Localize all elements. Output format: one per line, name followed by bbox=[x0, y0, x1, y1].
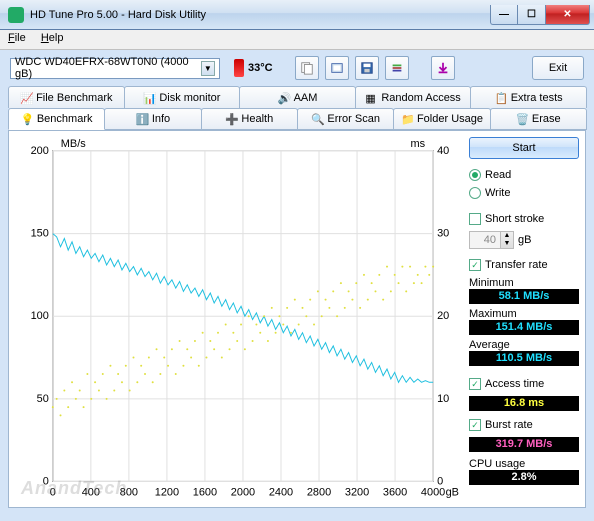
menu-help[interactable]: Help bbox=[41, 32, 64, 44]
svg-text:30: 30 bbox=[437, 228, 449, 240]
chart-area: 0400800120016002000240028003200360040000… bbox=[15, 137, 463, 501]
temperature: 33°C bbox=[234, 59, 273, 77]
benchmark-chart: 0400800120016002000240028003200360040000… bbox=[15, 137, 463, 501]
svg-text:150: 150 bbox=[31, 228, 49, 240]
stat-average: Average110.5 MB/s bbox=[469, 339, 579, 366]
extra-icon: 📋 bbox=[495, 92, 507, 104]
checkbox-on-icon bbox=[469, 378, 481, 390]
checkbox-off-icon bbox=[469, 213, 481, 225]
monitor-icon: 📊 bbox=[143, 92, 155, 104]
svg-text:20: 20 bbox=[437, 310, 449, 322]
window-buttons: — ☐ ✕ bbox=[490, 5, 590, 25]
checkbox-on-icon bbox=[469, 419, 481, 431]
svg-text:4000: 4000 bbox=[421, 486, 445, 498]
speaker-icon: 🔊 bbox=[278, 92, 290, 104]
scan-icon: 🔍 bbox=[311, 113, 323, 125]
tab-info[interactable]: ℹ️Info bbox=[104, 108, 201, 130]
checkbox-on-icon bbox=[469, 259, 481, 271]
app-icon bbox=[8, 7, 24, 23]
short-stroke-check[interactable]: Short stroke bbox=[469, 211, 579, 227]
tab-erase[interactable]: 🗑️Erase bbox=[490, 108, 587, 130]
exit-button[interactable]: Exit bbox=[532, 56, 584, 80]
tab-health[interactable]: ➕Health bbox=[201, 108, 298, 130]
file-benchmark-icon: 📈 bbox=[20, 92, 32, 104]
svg-text:0: 0 bbox=[437, 475, 443, 487]
start-button[interactable]: Start bbox=[469, 137, 579, 159]
window-title: HD Tune Pro 5.00 - Hard Disk Utility bbox=[30, 9, 490, 21]
transfer-rate-check[interactable]: Transfer rate bbox=[469, 257, 579, 273]
svg-text:2400: 2400 bbox=[269, 486, 293, 498]
stat-cpu: CPU usage2.8% bbox=[469, 458, 579, 485]
copy-info-button[interactable] bbox=[295, 56, 319, 80]
tab-aam[interactable]: 🔊AAM bbox=[239, 86, 356, 108]
thermometer-icon bbox=[234, 59, 244, 77]
tab-file-benchmark[interactable]: 📈File Benchmark bbox=[8, 86, 125, 108]
burst-rate-check[interactable]: Burst rate bbox=[469, 417, 579, 433]
save-button[interactable] bbox=[355, 56, 379, 80]
svg-text:3200: 3200 bbox=[345, 486, 369, 498]
svg-text:ms: ms bbox=[411, 138, 426, 150]
titlebar: HD Tune Pro 5.00 - Hard Disk Utility — ☐… bbox=[0, 0, 594, 30]
svg-text:MB/s: MB/s bbox=[61, 138, 86, 150]
tab-benchmark[interactable]: 💡Benchmark bbox=[8, 108, 105, 130]
access-time-check[interactable]: Access time bbox=[469, 376, 579, 392]
tab-row-top: 📈File Benchmark 📊Disk monitor 🔊AAM ▦Rand… bbox=[0, 86, 594, 108]
stat-minimum: Minimum58.1 MB/s bbox=[469, 277, 579, 304]
svg-text:200: 200 bbox=[31, 145, 49, 157]
svg-text:1200: 1200 bbox=[155, 486, 179, 498]
drive-select[interactable]: WDC WD40EFRX-68WT0N0 (4000 gB) ▼ bbox=[10, 58, 220, 79]
health-icon: ➕ bbox=[225, 113, 237, 125]
write-radio[interactable]: Write bbox=[469, 185, 579, 201]
spinner-icon: ▲▼ bbox=[500, 231, 514, 249]
erase-icon: 🗑️ bbox=[516, 113, 528, 125]
read-radio[interactable]: Read bbox=[469, 167, 579, 183]
svg-text:2000: 2000 bbox=[231, 486, 255, 498]
menu-file[interactable]: File bbox=[8, 32, 26, 44]
close-button[interactable]: ✕ bbox=[546, 5, 590, 25]
svg-text:10: 10 bbox=[437, 393, 449, 405]
tab-extra-tests[interactable]: 📋Extra tests bbox=[470, 86, 587, 108]
short-stroke-value: ▲▼ gB bbox=[469, 231, 579, 249]
drive-select-value: WDC WD40EFRX-68WT0N0 (4000 gB) bbox=[15, 56, 201, 80]
info-icon: ℹ️ bbox=[136, 113, 148, 125]
radio-off-icon bbox=[469, 187, 481, 199]
stat-access: 16.8 ms bbox=[469, 396, 579, 411]
folder-icon: 📁 bbox=[401, 113, 413, 125]
minimize-button[interactable]: — bbox=[490, 5, 518, 25]
svg-text:3600: 3600 bbox=[383, 486, 407, 498]
tab-random-access[interactable]: ▦Random Access bbox=[355, 86, 472, 108]
benchmark-icon: 💡 bbox=[21, 113, 33, 125]
svg-text:100: 100 bbox=[31, 310, 49, 322]
tab-disk-monitor[interactable]: 📊Disk monitor bbox=[124, 86, 241, 108]
maximize-button[interactable]: ☐ bbox=[518, 5, 546, 25]
svg-text:1600: 1600 bbox=[193, 486, 217, 498]
svg-text:50: 50 bbox=[37, 393, 49, 405]
temperature-value: 33°C bbox=[248, 62, 273, 74]
copy-screenshot-button[interactable] bbox=[325, 56, 349, 80]
svg-text:gB: gB bbox=[446, 486, 459, 498]
right-pane: Start Read Write Short stroke ▲▼ gB Tran… bbox=[469, 137, 579, 501]
save-screenshot-button[interactable] bbox=[431, 56, 455, 80]
tab-row-bottom: 💡Benchmark ℹ️Info ➕Health 🔍Error Scan 📁F… bbox=[0, 108, 594, 130]
options-button[interactable] bbox=[385, 56, 409, 80]
svg-text:2800: 2800 bbox=[307, 486, 331, 498]
stat-maximum: Maximum151.4 MB/s bbox=[469, 308, 579, 335]
watermark: AnandTech bbox=[21, 478, 127, 499]
svg-text:40: 40 bbox=[437, 145, 449, 157]
radio-on-icon bbox=[469, 169, 481, 181]
tab-error-scan[interactable]: 🔍Error Scan bbox=[297, 108, 394, 130]
chevron-down-icon[interactable]: ▼ bbox=[201, 61, 215, 76]
tab-folder-usage[interactable]: 📁Folder Usage bbox=[393, 108, 490, 130]
random-icon: ▦ bbox=[365, 92, 377, 104]
menu-bar: File Help bbox=[0, 30, 594, 50]
main-panel: 0400800120016002000240028003200360040000… bbox=[8, 130, 586, 508]
stat-burst: 319.7 MB/s bbox=[469, 437, 579, 452]
toolbar: WDC WD40EFRX-68WT0N0 (4000 gB) ▼ 33°C Ex… bbox=[0, 50, 594, 86]
